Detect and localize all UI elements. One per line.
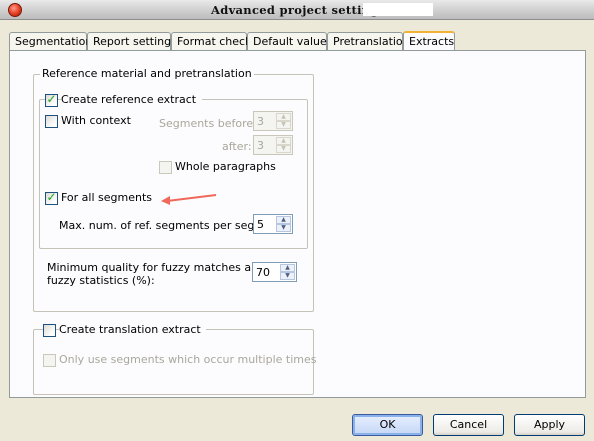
only-multiple-checkbox[interactable] (43, 354, 56, 367)
create-translation-extract-checkbox[interactable] (43, 324, 56, 337)
segments-before-spinner[interactable]: 3 ▲ ▼ (253, 111, 293, 131)
min-quality-label-line1: Minimum quality for fuzzy matches and (47, 261, 266, 274)
segments-after-spinner[interactable]: 3 ▲ ▼ (253, 135, 293, 155)
cancel-button[interactable]: Cancel (433, 414, 504, 436)
tab-format-check[interactable]: Format check (171, 32, 251, 51)
max-ref-segments-value: 5 (257, 218, 264, 231)
whole-paragraphs-label: Whole paragraphs (175, 160, 276, 173)
reference-material-group: Reference material and pretranslation ✓ … (33, 67, 314, 312)
min-quality-label-line2: fuzzy statistics (%): (47, 274, 155, 287)
create-reference-extract-checkbox[interactable]: ✓ (45, 92, 58, 107)
tab-default-values[interactable]: Default values (247, 32, 332, 51)
min-quality-spinner[interactable]: 70 ▲ ▼ (252, 262, 297, 282)
dialog-body: Segmentation Report settings Format chec… (0, 21, 594, 441)
with-context-checkbox[interactable] (45, 115, 58, 128)
reference-extract-subgroup: ✓ Create reference extract With context … (39, 92, 308, 249)
checkmark-icon: ✓ (46, 190, 57, 204)
max-ref-segments-spinner[interactable]: 5 ▲ ▼ (253, 214, 293, 234)
tab-segmentation[interactable]: Segmentation (9, 32, 92, 51)
checkmark-icon: ✓ (46, 92, 57, 106)
spin-up-icon[interactable]: ▲ (276, 137, 291, 145)
title-bar: Advanced project settings: (0, 0, 594, 20)
tab-report-settings[interactable]: Report settings (87, 32, 177, 51)
project-name-redacted (363, 3, 433, 16)
annotation-arrow-icon (161, 194, 217, 205)
spin-up-icon[interactable]: ▲ (280, 264, 295, 272)
min-quality-value: 70 (256, 266, 270, 279)
tab-pretranslation[interactable]: Pretranslation (327, 32, 410, 51)
whole-paragraphs-checkbox[interactable] (159, 161, 172, 174)
spin-down-icon[interactable]: ▼ (276, 121, 291, 129)
close-icon[interactable] (8, 3, 22, 17)
spin-down-icon[interactable]: ▼ (280, 272, 295, 280)
for-all-segments-label: For all segments (61, 191, 153, 204)
extracts-panel: Reference material and pretranslation ✓ … (9, 50, 586, 398)
translation-extract-group: Create translation extract Only use segm… (33, 323, 317, 395)
only-multiple-label: Only use segments which occur multiple t… (59, 353, 317, 366)
create-translation-extract-label: Create translation extract (59, 323, 206, 336)
segments-after-value: 3 (257, 139, 264, 152)
spin-down-icon[interactable]: ▼ (276, 145, 291, 153)
spin-up-icon[interactable]: ▲ (276, 113, 291, 121)
segments-before-label: Segments before: (159, 117, 257, 130)
spin-up-icon[interactable]: ▲ (276, 216, 291, 224)
apply-button[interactable]: Apply (514, 414, 585, 436)
for-all-segments-checkbox[interactable]: ✓ (45, 190, 58, 205)
spin-down-icon[interactable]: ▼ (276, 224, 291, 232)
tab-extracts[interactable]: Extracts (403, 31, 455, 52)
create-reference-extract-label: Create reference extract (61, 93, 203, 106)
with-context-label: With context (61, 114, 131, 127)
segments-after-label: after: (222, 140, 252, 153)
reference-group-legend: Reference material and pretranslation (40, 67, 254, 80)
segments-before-value: 3 (257, 115, 264, 128)
ok-button[interactable]: OK (352, 414, 423, 436)
